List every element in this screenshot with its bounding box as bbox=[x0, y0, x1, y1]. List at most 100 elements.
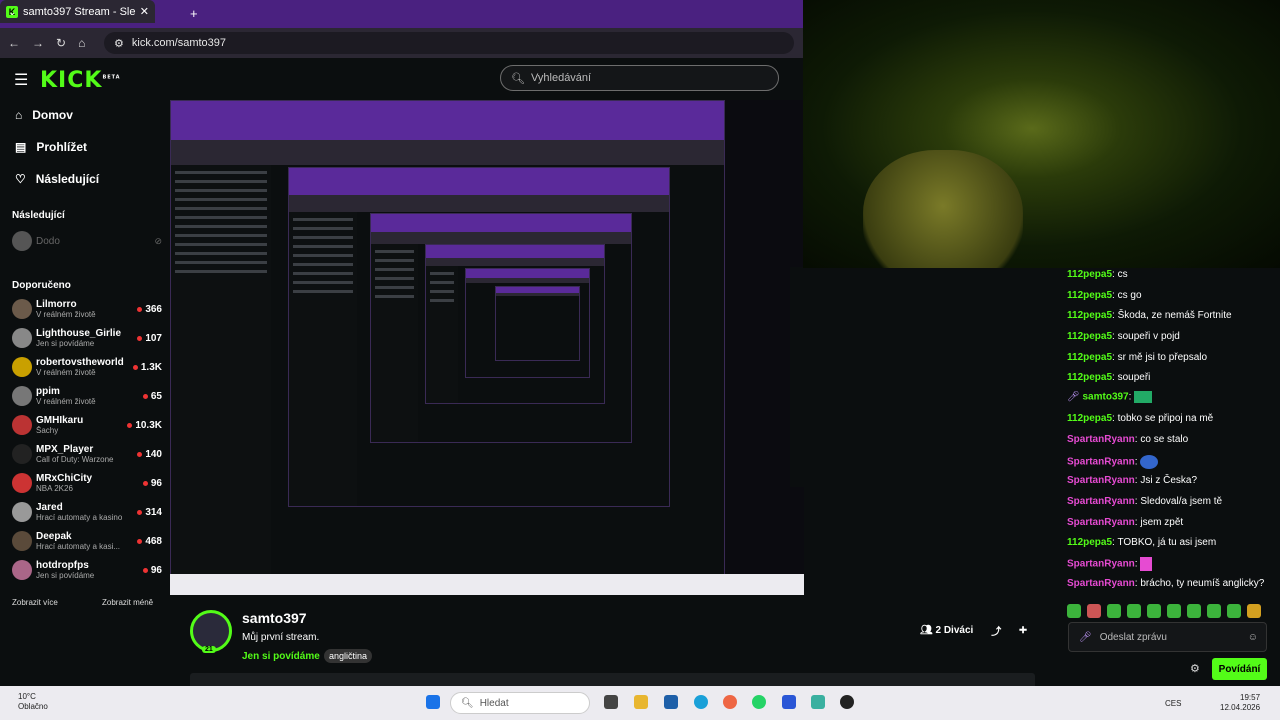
follow-icon[interactable]: ➕︎ bbox=[1019, 625, 1027, 636]
browse-icon: ▤ bbox=[15, 140, 27, 154]
chat-message: 112pepa5: TOBKO, já tu asi jsem bbox=[1067, 537, 1217, 548]
send-chat-button[interactable]: Povídání bbox=[1212, 658, 1267, 680]
chat-message: SpartanRyann: brácho, ty neumíš anglicky… bbox=[1067, 578, 1265, 589]
chat-placeholder: Odeslat zprávu bbox=[1099, 631, 1167, 643]
avatar bbox=[12, 560, 32, 580]
chat-message: 🎤︎ samto397: bbox=[1067, 391, 1153, 403]
chat-panel: 112pepa5: cs 112pepa5: cs go 112pepa5: Š… bbox=[1057, 268, 1280, 620]
home-icon[interactable]: ⌂ bbox=[78, 36, 85, 50]
avatar bbox=[12, 299, 32, 319]
channel-item[interactable]: hotdropfps Jen si povídáme 96 bbox=[12, 558, 162, 582]
chat-message: SpartanRyann: Jsi z Česka? bbox=[1067, 475, 1198, 486]
tab-title: samto397 Stream - Sleduj ž… bbox=[23, 5, 135, 18]
menu-icon[interactable]: ☰ bbox=[14, 70, 28, 90]
kick-logo[interactable]: KICKBETA bbox=[40, 68, 121, 93]
avatar bbox=[12, 531, 32, 551]
nested-capture-6 bbox=[495, 286, 580, 361]
forward-icon[interactable]: → bbox=[32, 36, 44, 50]
chat-message: 112pepa5: cs bbox=[1067, 269, 1128, 280]
obs-icon[interactable] bbox=[840, 695, 854, 709]
stream-tag[interactable]: angličtina bbox=[324, 649, 373, 663]
chat-message: 112pepa5: cs go bbox=[1067, 290, 1142, 301]
chat-message: 112pepa5: tobko se připoj na mě bbox=[1067, 413, 1214, 424]
address-bar[interactable]: ⚙ kick.com/samto397 bbox=[104, 32, 794, 54]
channel-item[interactable]: Lilmorro V reálném životě 366 bbox=[12, 297, 162, 321]
nav-following[interactable]: ♡ Následující bbox=[15, 172, 99, 186]
search-input[interactable]: 🔍︎ Vyhledávání bbox=[500, 65, 779, 91]
chat-input[interactable]: 🎤︎ Odeslat zprávu ☺ bbox=[1068, 622, 1267, 652]
chat-message: SpartanRyann: jsem zpět bbox=[1067, 517, 1184, 528]
nested-chat-strip bbox=[790, 267, 804, 487]
show-more-link[interactable]: Zobrazit více bbox=[12, 598, 58, 607]
app-icon[interactable] bbox=[782, 695, 796, 709]
streamer-name[interactable]: samto397 bbox=[242, 610, 307, 626]
close-tab-icon[interactable]: ✕ bbox=[140, 5, 149, 18]
channel-item[interactable]: MPX_Player Call of Duty: Warzone 140 bbox=[12, 442, 162, 466]
reload-icon[interactable]: ↻ bbox=[56, 36, 66, 50]
share-icon[interactable]: ⤴ bbox=[991, 623, 1001, 638]
webcam-overlay bbox=[803, 0, 1280, 268]
windows-taskbar: 10°C Oblačno 🔍︎ Hledat CES 19:57 12.04.2… bbox=[0, 686, 1280, 720]
channel-item[interactable]: Lighthouse_Girlie Jen si povídáme 107 bbox=[12, 326, 162, 350]
emote bbox=[1140, 557, 1153, 571]
whatsapp-icon[interactable] bbox=[752, 695, 766, 709]
url-text: kick.com/samto397 bbox=[131, 37, 227, 49]
stream-info: 21 samto397 Můj první stream. Jen si pov… bbox=[170, 596, 1057, 686]
language-indicator[interactable]: CES bbox=[1165, 699, 1181, 708]
app-icon[interactable] bbox=[811, 695, 825, 709]
browser-tab[interactable]: K samto397 Stream - Sleduj ž… ✕ bbox=[0, 0, 155, 23]
gear-icon[interactable]: ⚙ bbox=[1190, 662, 1200, 675]
channel-item[interactable]: ppim V reálném životě 65 bbox=[12, 384, 162, 408]
chat-message: SpartanRyann: bbox=[1067, 455, 1159, 469]
avatar bbox=[12, 415, 32, 435]
site-info-icon[interactable]: ⚙ bbox=[114, 37, 124, 50]
chat-message: 112pepa5: sr mě jsi to přepsalo bbox=[1067, 352, 1208, 363]
emote bbox=[1134, 391, 1153, 403]
channel-item[interactable]: GMHIkaru Šachy 10.3K bbox=[12, 413, 162, 437]
chat-message: 112pepa5: soupeři bbox=[1067, 372, 1151, 383]
start-icon[interactable] bbox=[426, 695, 440, 709]
nav-browse[interactable]: ▤ Prohlížet bbox=[15, 140, 87, 154]
clock[interactable]: 19:57 12.04.2026 bbox=[1220, 693, 1260, 713]
weather-widget[interactable]: 10°C Oblačno bbox=[18, 692, 48, 712]
new-tab-button[interactable]: + bbox=[190, 6, 198, 21]
content-divider bbox=[190, 673, 1035, 686]
following-item[interactable]: Dodo ⊘ bbox=[12, 229, 162, 253]
chat-message: SpartanRyann: bbox=[1067, 557, 1153, 571]
emote-bar[interactable] bbox=[1067, 604, 1261, 618]
channel-item[interactable]: robertovstheworld V reálném životě 1.3K bbox=[12, 355, 162, 379]
file-explorer-icon[interactable] bbox=[634, 695, 648, 709]
tab-list-icon[interactable]: ⌄ bbox=[8, 7, 16, 18]
stream-video-player[interactable] bbox=[170, 100, 804, 595]
search-icon: 🔍︎ bbox=[511, 72, 525, 85]
level-badge: 21 bbox=[202, 646, 216, 653]
avatar bbox=[12, 231, 32, 251]
browser-tab-strip: ⌄ K samto397 Stream - Sleduj ž… ✕ + bbox=[0, 0, 803, 28]
webcam-person bbox=[863, 150, 1023, 268]
channel-item[interactable]: MRxChiCity NBA 2K26 96 bbox=[12, 471, 162, 495]
sidebar: ⌂ Domov ▤ Prohlížet ♡ Následující Následují… bbox=[0, 100, 170, 620]
back-icon[interactable]: ← bbox=[8, 36, 20, 50]
chat-message: SpartanRyann: co se stalo bbox=[1067, 434, 1189, 445]
task-view-icon[interactable] bbox=[604, 695, 618, 709]
edge-icon[interactable] bbox=[694, 695, 708, 709]
taskbar-search[interactable]: 🔍︎ Hledat bbox=[450, 692, 590, 714]
emote bbox=[1140, 455, 1159, 469]
show-less-link[interactable]: Zobrazit méně bbox=[102, 598, 153, 607]
chrome-icon[interactable] bbox=[723, 695, 737, 709]
channel-item[interactable]: Jared Hrací automaty a kasino 314 bbox=[12, 500, 162, 524]
store-icon[interactable] bbox=[664, 695, 678, 709]
avatar bbox=[12, 502, 32, 522]
chat-message: 112pepa5: Škoda, ze nemáš Fortnite bbox=[1067, 310, 1232, 321]
viewer-count: 👥︎ 2 Diváci bbox=[920, 625, 974, 636]
channel-item[interactable]: Deepak Hrací automaty a kasi... 468 bbox=[12, 529, 162, 553]
stream-category[interactable]: Jen si povídáme bbox=[242, 651, 320, 662]
avatar bbox=[12, 357, 32, 377]
nav-home[interactable]: ⌂ Domov bbox=[15, 108, 73, 122]
search-placeholder: Vyhledávání bbox=[530, 72, 592, 84]
mic-icon: 🎤︎ bbox=[1067, 391, 1080, 403]
emoji-icon[interactable]: ☺ bbox=[1248, 632, 1258, 643]
offline-icon: ⊘ bbox=[154, 235, 162, 246]
chat-message: SpartanRyann: Sledoval/a jsem tě bbox=[1067, 496, 1223, 507]
search-icon: 🔍︎ bbox=[461, 697, 474, 709]
